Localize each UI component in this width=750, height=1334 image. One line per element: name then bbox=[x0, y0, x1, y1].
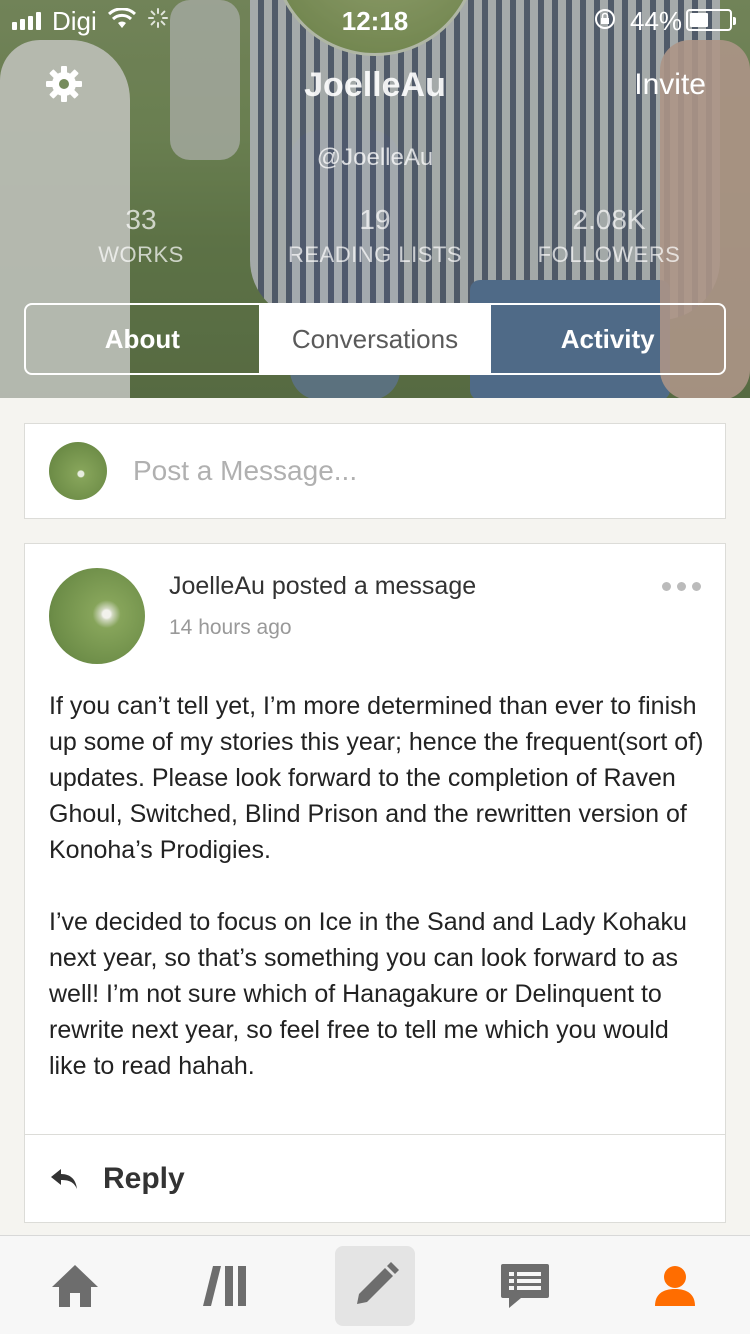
stat-works[interactable]: 33 WORKS bbox=[31, 204, 251, 268]
reply-label: Reply bbox=[103, 1161, 185, 1195]
nav-write[interactable] bbox=[335, 1246, 415, 1326]
library-icon bbox=[203, 1266, 246, 1306]
stat-value: 19 bbox=[359, 204, 391, 235]
message-card: JoelleAu posted a message 14 hours ago I… bbox=[24, 543, 726, 1223]
nav-library[interactable] bbox=[185, 1246, 265, 1326]
rotation-lock-icon bbox=[595, 9, 615, 29]
nav-profile[interactable] bbox=[635, 1246, 715, 1326]
tab-activity[interactable]: Activity bbox=[491, 305, 724, 373]
message-composer bbox=[24, 423, 726, 519]
stat-reading-lists[interactable]: 19 READING LISTS bbox=[265, 204, 485, 268]
home-icon bbox=[52, 1265, 98, 1307]
stat-value: 2.08K bbox=[572, 204, 646, 235]
post-timestamp: 14 hours ago bbox=[169, 616, 292, 639]
messages-icon bbox=[501, 1264, 549, 1308]
stat-value: 33 bbox=[125, 204, 157, 235]
more-options-icon[interactable] bbox=[662, 582, 701, 591]
reply-arrow-icon bbox=[51, 1168, 77, 1189]
profile-handle: @JoelleAu bbox=[316, 144, 434, 171]
profile-tabs: About Conversations Activity bbox=[24, 303, 726, 375]
avatar bbox=[49, 442, 107, 500]
stat-label: FOLLOWERS bbox=[537, 242, 681, 267]
profile-username: JoelleAu bbox=[304, 66, 446, 104]
bottom-navigation bbox=[0, 1235, 750, 1334]
post-paragraph: If you can’t tell yet, I’m more determin… bbox=[49, 692, 704, 864]
stat-label: WORKS bbox=[98, 242, 184, 267]
reply-button[interactable]: Reply bbox=[25, 1134, 725, 1222]
post-header: JoelleAu posted a message bbox=[169, 572, 477, 600]
profile-icon bbox=[655, 1266, 695, 1306]
tab-about[interactable]: About bbox=[26, 305, 259, 373]
battery-percent: 44% bbox=[630, 6, 683, 36]
status-bar: Digi 12:18 44% bbox=[0, 0, 750, 40]
tab-conversations[interactable]: Conversations bbox=[258, 305, 492, 373]
post-message-input[interactable] bbox=[133, 455, 673, 487]
write-icon bbox=[357, 1262, 399, 1304]
profile-header: Digi 12:18 44% Invite JoelleAu @JoelleAu… bbox=[0, 0, 750, 398]
post-body: If you can’t tell yet, I’m more determin… bbox=[49, 688, 709, 1120]
stat-followers[interactable]: 2.08K FOLLOWERS bbox=[499, 204, 719, 268]
post-paragraph: I’ve decided to focus on Ice in the Sand… bbox=[49, 908, 687, 1080]
stat-label: READING LISTS bbox=[288, 242, 462, 267]
battery-icon bbox=[686, 9, 736, 31]
nav-messages[interactable] bbox=[485, 1246, 565, 1326]
author-avatar[interactable] bbox=[49, 568, 145, 664]
nav-home[interactable] bbox=[35, 1246, 115, 1326]
